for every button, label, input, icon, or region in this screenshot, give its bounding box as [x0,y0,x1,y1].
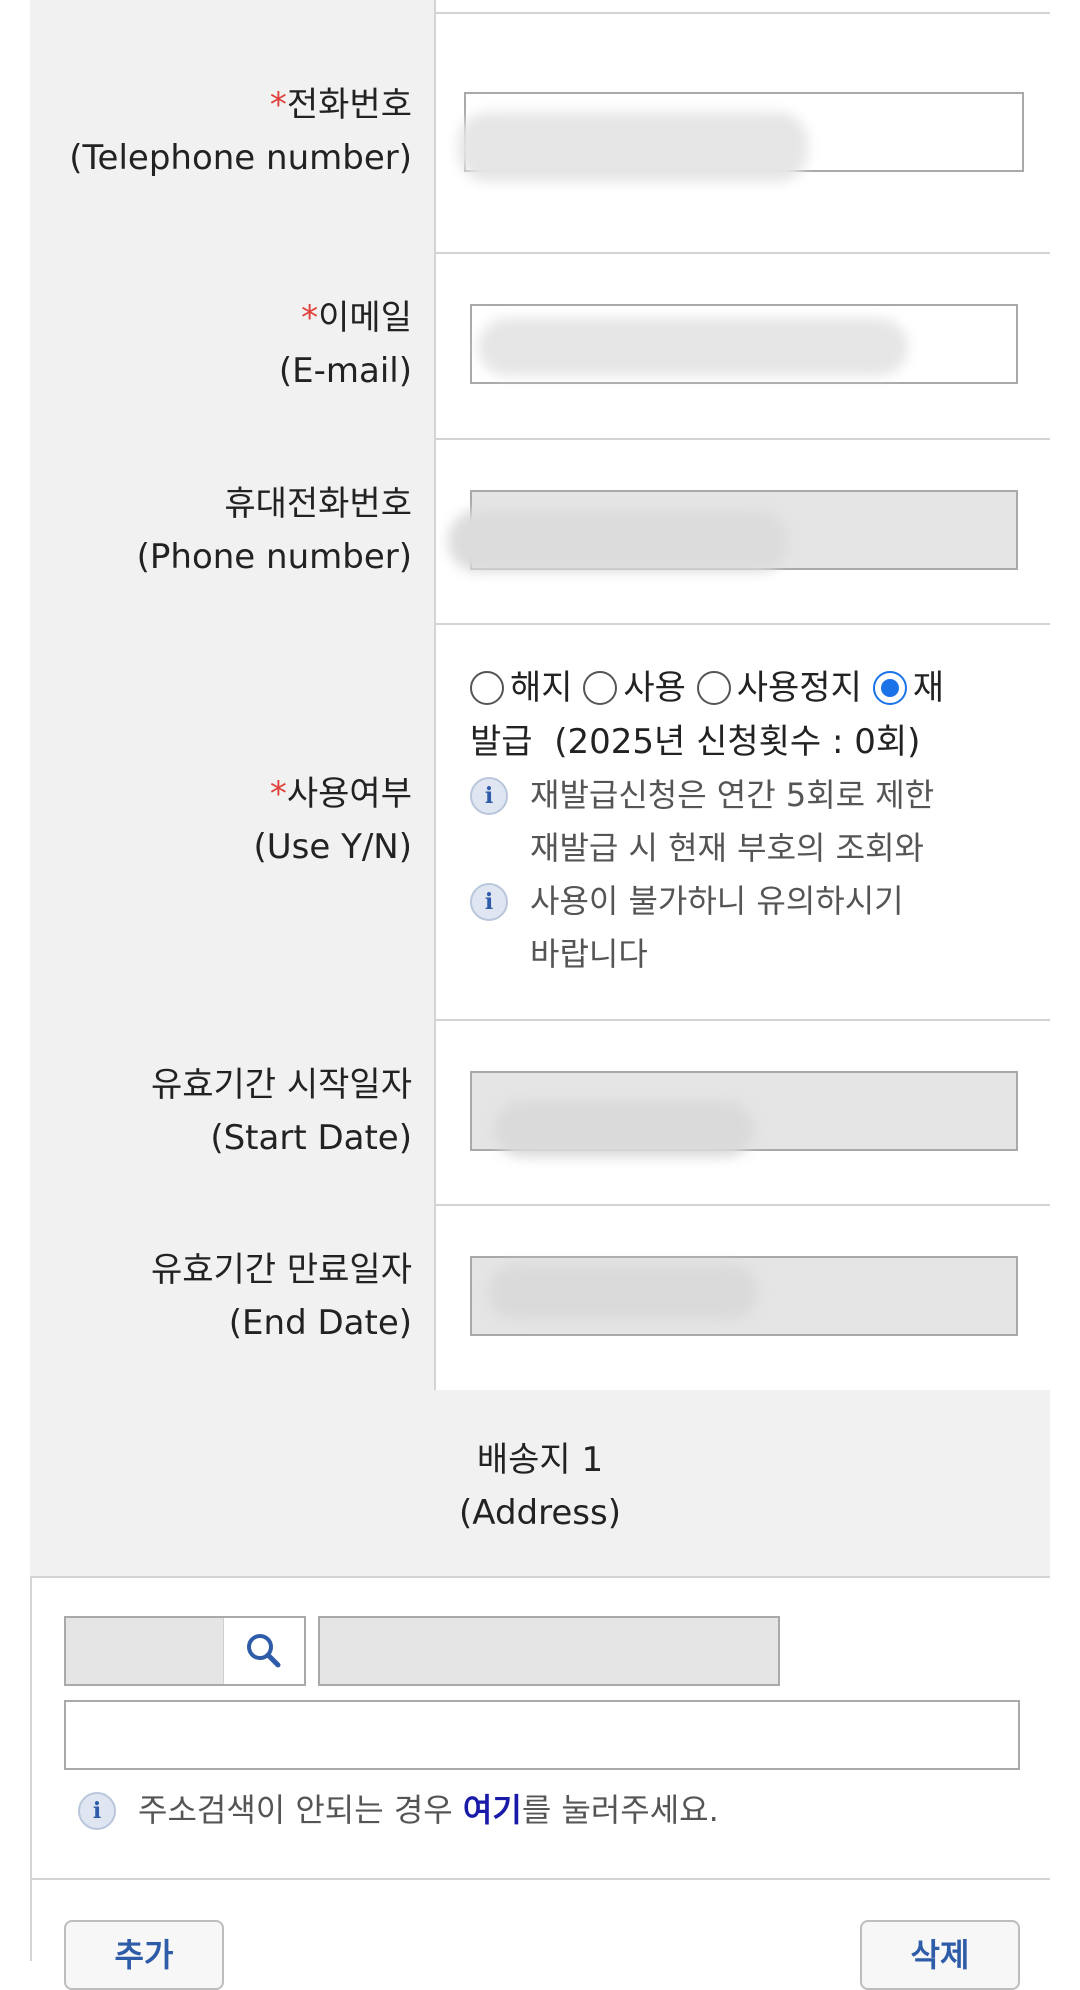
zipcode-input[interactable] [64,1616,306,1686]
address-search-button[interactable] [223,1618,304,1684]
address-help-link[interactable]: 여기 [463,1791,522,1829]
start-date-row: 유효기간 시작일자 (Start Date) [30,1019,1050,1206]
address-title: 배송지 1 (Address) [459,1440,621,1533]
use-radio-line2: 발급 (2025년 신청횟수 : 0회) [470,722,921,762]
use-note-3: 사용이 불가하니 유의하시기 [530,882,904,920]
redacted-telephone [458,112,808,182]
radio-suspend[interactable] [696,671,731,705]
telephone-row: *전화번호 (Telephone number) [30,12,1050,254]
start-date-cell [438,1019,1050,1204]
delete-button[interactable]: 삭제 [860,1920,1020,1990]
telephone-cell [438,12,1050,252]
redacted-phone [448,510,788,572]
use-label: *사용여부 (Use Y/N) [30,623,436,1019]
reissue-count: (2025년 신청횟수 : 0회) [554,722,921,762]
address-main-input[interactable] [318,1616,780,1686]
email-cell [438,252,1050,438]
end-date-cell [438,1204,1050,1390]
radio-terminate[interactable] [470,671,504,705]
use-note-4: 바랍니다 [530,935,648,973]
end-date-label: 유효기간 만료일자 (End Date) [30,1204,436,1390]
redacted-end-date [488,1264,758,1320]
email-row: *이메일 (E-mail) [30,252,1050,440]
required-mark: * [269,85,287,125]
use-row: *사용여부 (Use Y/N) 해지 사용 사용정지 재 발급 (2025년 신… [30,623,1050,1021]
address-header: 배송지 1 (Address) [30,1390,1050,1578]
required-mark: * [301,298,319,338]
use-note-1: 재발급신청은 연간 5회로 제한 [530,776,935,814]
end-date-row: 유효기간 만료일자 (End Date) [30,1204,1050,1392]
address-note: 주소검색이 안되는 경우 여기를 눌러주세요. [138,1791,719,1829]
redacted-start-date [494,1101,754,1157]
start-date-label: 유효기간 시작일자 (Start Date) [30,1019,436,1204]
search-icon [247,1634,281,1668]
redacted-email [478,318,908,376]
radio-reissue[interactable] [872,671,907,705]
address-body: i 주소검색이 안되는 경우 여기를 눌러주세요. 추가 삭제 [30,1578,1050,1990]
phone-label: 휴대전화번호 (Phone number) [30,438,436,623]
add-button[interactable]: 추가 [64,1920,224,1990]
member-form: *전화번호 (Telephone number) *이메일 (E-mail) 휴… [30,0,1050,1990]
phone-row: 휴대전화번호 (Phone number) [30,438,1050,625]
use-note-2: 재발급 시 현재 부호의 조회와 [530,829,924,867]
address-detail-input[interactable] [64,1700,1020,1770]
required-mark: * [269,774,287,814]
info-icon: i [470,777,508,815]
phone-cell [438,438,1050,623]
telephone-label: *전화번호 (Telephone number) [30,12,436,252]
use-radio-group: 해지 사용 사용정지 재 [470,661,944,715]
radio-use[interactable] [583,671,618,705]
address-divider [32,1878,1050,1880]
use-cell: 해지 사용 사용정지 재 발급 (2025년 신청횟수 : 0회) i 재발급신… [438,623,1050,1019]
email-label: *이메일 (E-mail) [30,252,436,438]
info-icon: i [78,1792,116,1830]
previous-row-label [30,0,436,12]
info-icon: i [470,883,508,921]
